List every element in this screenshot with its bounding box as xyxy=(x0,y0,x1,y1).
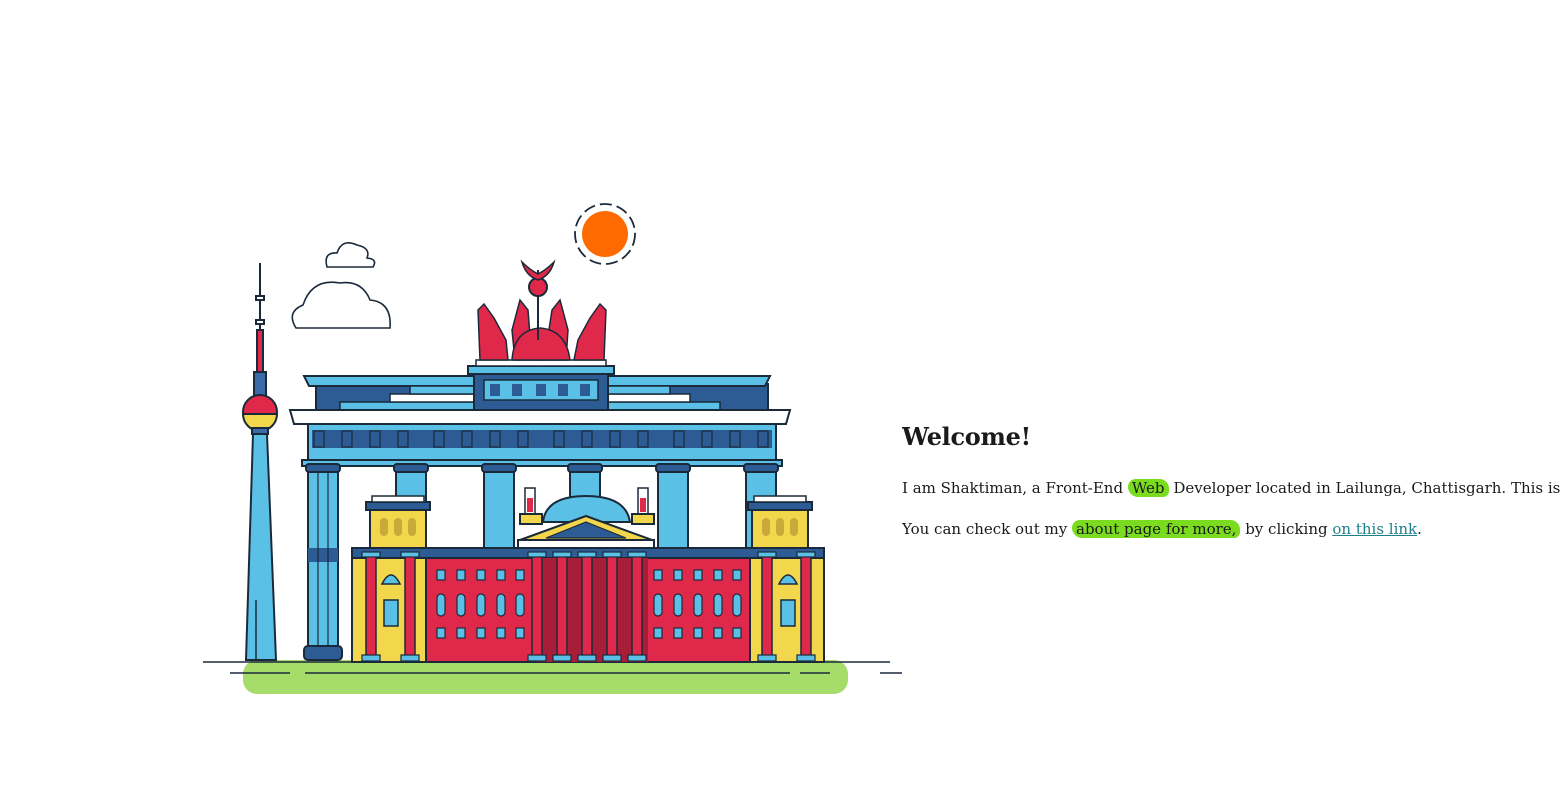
intro-paragraph: I am Shaktiman, a Front-End Web Develope… xyxy=(902,476,1563,500)
tv-tower xyxy=(241,263,279,661)
about-text-middle: by clicking xyxy=(1245,520,1328,538)
about-text-end: . xyxy=(1417,520,1422,538)
cloud-icon xyxy=(291,242,391,329)
reichstag-building xyxy=(351,487,825,663)
intro-text-start: I am Shaktiman, a Front-End xyxy=(902,479,1124,497)
sun-icon xyxy=(574,203,636,265)
page-title: Welcome! xyxy=(902,422,1031,451)
intro-text-end: Developer located in Lailunga, Chattisga… xyxy=(1173,479,1563,497)
about-text-start: You can check out my xyxy=(902,520,1068,538)
highlight-about-page: about page for more, xyxy=(1072,520,1241,538)
welcome-section: Welcome! I am Shaktiman, a Front-End Web… xyxy=(902,420,1563,558)
grass-strip xyxy=(243,660,848,694)
highlight-web: Web xyxy=(1127,479,1169,497)
about-link[interactable]: on this link xyxy=(1332,520,1417,538)
about-paragraph: You can check out my about page for more… xyxy=(902,517,1563,541)
berlin-landmarks-illustration xyxy=(200,195,905,700)
